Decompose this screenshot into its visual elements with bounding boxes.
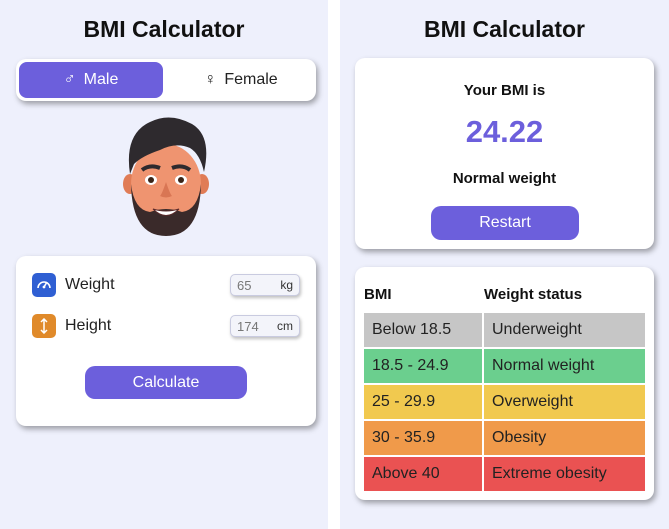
row-bmi: 25 - 29.9 xyxy=(364,385,482,419)
table-header: BMI Weight status xyxy=(364,283,645,305)
result-heading: Your BMI is xyxy=(463,82,546,99)
table-row: Below 18.5 Underweight xyxy=(364,313,645,347)
row-status: Normal weight xyxy=(484,349,645,383)
bmi-value: 24.22 xyxy=(465,114,544,149)
restart-button[interactable]: Restart xyxy=(431,206,579,240)
weight-row: Weight 65 kg xyxy=(32,272,300,298)
row-bmi: Above 40 xyxy=(364,457,482,491)
table-row: Above 40 Extreme obesity xyxy=(364,457,645,491)
avatar xyxy=(123,117,209,236)
height-label: Height xyxy=(65,317,112,334)
row-bmi: 18.5 - 24.9 xyxy=(364,349,482,383)
gauge-icon xyxy=(32,273,56,297)
page-title-result: BMI Calculator xyxy=(423,16,586,42)
height-value: 174 xyxy=(237,318,259,334)
table-row: 30 - 35.9 Obesity xyxy=(364,421,645,455)
measurements-card: Weight 65 kg Height 174 cm Calculate xyxy=(16,256,316,426)
male-label: Male xyxy=(83,71,119,88)
header-bmi: BMI xyxy=(364,285,392,303)
female-button[interactable]: ♀ Female xyxy=(169,62,313,98)
male-symbol-icon: ♂ xyxy=(63,71,76,88)
height-row: Height 174 cm xyxy=(32,313,300,339)
row-status: Extreme obesity xyxy=(484,457,645,491)
row-status: Obesity xyxy=(484,421,645,455)
female-symbol-icon: ♀ xyxy=(204,71,217,88)
gender-toggle: ♂ Male ♀ Female xyxy=(16,59,316,101)
bmi-table: BMI Weight status Below 18.5 Underweight… xyxy=(355,267,654,500)
result-panel: BMI Calculator Your BMI is 24.22 Normal … xyxy=(340,0,669,529)
result-card: Your BMI is 24.22 Normal weight Restart xyxy=(355,58,654,249)
table-row: 25 - 29.9 Overweight xyxy=(364,385,645,419)
male-button[interactable]: ♂ Male xyxy=(19,62,163,98)
header-status: Weight status xyxy=(484,285,583,303)
row-bmi: 30 - 35.9 xyxy=(364,421,482,455)
height-unit: cm xyxy=(277,319,293,333)
weight-label: Weight xyxy=(65,276,115,293)
height-input[interactable]: 174 cm xyxy=(230,315,300,337)
table-row: 18.5 - 24.9 Normal weight xyxy=(364,349,645,383)
row-bmi: Below 18.5 xyxy=(364,313,482,347)
page-title: BMI Calculator xyxy=(83,16,245,42)
calculate-button[interactable]: Calculate xyxy=(85,366,247,399)
calculator-panel: BMI Calculator ♂ Male ♀ Female Weight 65… xyxy=(0,0,328,529)
weight-value: 65 xyxy=(237,277,252,293)
female-label: Female xyxy=(224,71,278,88)
weight-unit: kg xyxy=(280,278,293,292)
weight-input[interactable]: 65 kg xyxy=(230,274,300,296)
row-status: Overweight xyxy=(484,385,645,419)
row-status: Underweight xyxy=(484,313,645,347)
bmi-status: Normal weight xyxy=(452,170,557,187)
vertical-arrows-icon xyxy=(32,314,56,338)
